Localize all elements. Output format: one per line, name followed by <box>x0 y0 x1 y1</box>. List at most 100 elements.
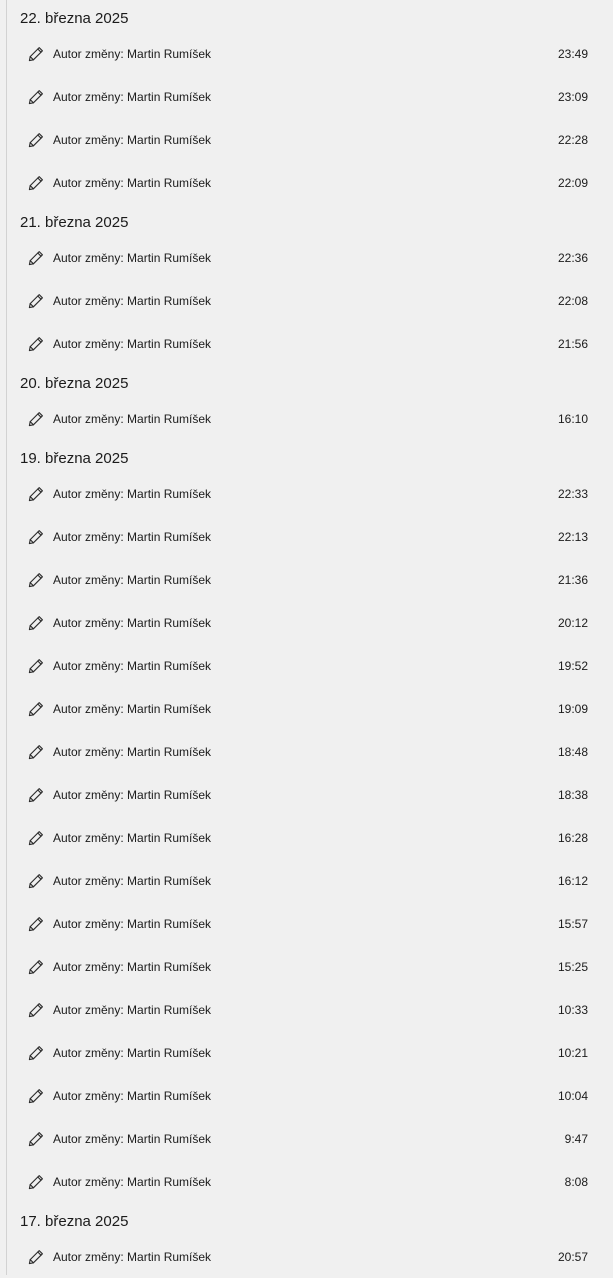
pencil-edit-icon <box>27 786 45 804</box>
version-author-label: Autor změny: Martin Rumíšek <box>53 486 212 501</box>
version-time: 19:09 <box>557 701 588 716</box>
pencil-edit-icon <box>27 410 45 428</box>
pencil-edit-icon <box>27 131 45 149</box>
version-entry[interactable]: Autor změny: Martin Rumíšek 15:25 <box>6 945 613 988</box>
version-entry[interactable]: Autor změny: Martin Rumíšek 22:13 <box>6 515 613 558</box>
version-history-list: 22. března 2025 Autor změny: Martin Rumí… <box>6 0 613 1275</box>
version-author-label: Autor změny: Martin Rumíšek <box>53 658 212 673</box>
pencil-edit-icon <box>27 528 45 546</box>
version-entry[interactable]: Autor změny: Martin Rumíšek 19:09 <box>6 687 613 730</box>
version-author-label: Autor změny: Martin Rumíšek <box>53 1045 212 1060</box>
version-time: 22:09 <box>557 175 588 190</box>
date-group-header: 19. března 2025 <box>20 450 129 467</box>
version-author-label: Autor změny: Martin Rumíšek <box>53 787 212 802</box>
version-author-label: Autor změny: Martin Rumíšek <box>53 916 212 931</box>
pencil-edit-icon <box>27 1001 45 1019</box>
pencil-edit-icon <box>27 1044 45 1062</box>
date-group: 20. března 2025 Autor změny: Martin Rumí… <box>6 365 613 440</box>
version-entry[interactable]: Autor změny: Martin Rumíšek 18:38 <box>6 773 613 816</box>
version-entry[interactable]: Autor změny: Martin Rumíšek 22:09 <box>6 161 613 204</box>
version-time: 10:04 <box>557 1088 588 1103</box>
version-author-label: Autor změny: Martin Rumíšek <box>53 1131 212 1146</box>
version-time: 15:25 <box>557 959 588 974</box>
version-entry[interactable]: Autor změny: Martin Rumíšek 19:52 <box>6 644 613 687</box>
version-author-label: Autor změny: Martin Rumíšek <box>53 873 212 888</box>
pencil-edit-icon <box>27 614 45 632</box>
version-author-label: Autor změny: Martin Rumíšek <box>53 615 212 630</box>
date-group-header: 22. března 2025 <box>20 10 129 27</box>
version-entry[interactable]: Autor změny: Martin Rumíšek 23:49 <box>6 32 613 75</box>
version-author-label: Autor změny: Martin Rumíšek <box>53 46 212 61</box>
version-time: 22:33 <box>557 486 588 501</box>
version-time: 21:36 <box>557 572 588 587</box>
pencil-edit-icon <box>27 88 45 106</box>
version-time: 18:38 <box>557 787 588 802</box>
version-time: 22:36 <box>557 250 588 265</box>
version-author-label: Autor změny: Martin Rumíšek <box>53 701 212 716</box>
date-group: 17. března 2025 Autor změny: Martin Rumí… <box>6 1203 613 1278</box>
pencil-edit-icon <box>27 657 45 675</box>
version-entry[interactable]: Autor změny: Martin Rumíšek 9:47 <box>6 1117 613 1160</box>
version-author-label: Autor změny: Martin Rumíšek <box>53 529 212 544</box>
version-author-label: Autor změny: Martin Rumíšek <box>53 336 212 351</box>
version-entry[interactable]: Autor změny: Martin Rumíšek 18:48 <box>6 730 613 773</box>
version-entry[interactable]: Autor změny: Martin Rumíšek 22:36 <box>6 236 613 279</box>
version-entry[interactable]: Autor změny: Martin Rumíšek 16:12 <box>6 859 613 902</box>
date-group-header: 17. března 2025 <box>20 1213 129 1230</box>
version-entry[interactable]: Autor změny: Martin Rumíšek 23:09 <box>6 75 613 118</box>
version-time: 18:48 <box>557 744 588 759</box>
date-group: 22. března 2025 Autor změny: Martin Rumí… <box>6 0 613 204</box>
version-entry[interactable]: Autor změny: Martin Rumíšek 16:28 <box>6 816 613 859</box>
version-author-label: Autor změny: Martin Rumíšek <box>53 830 212 845</box>
pencil-edit-icon <box>27 1173 45 1191</box>
version-entry[interactable]: Autor změny: Martin Rumíšek 21:36 <box>6 558 613 601</box>
pencil-edit-icon <box>27 335 45 353</box>
version-author-label: Autor změny: Martin Rumíšek <box>53 293 212 308</box>
version-time: 16:12 <box>557 873 588 888</box>
version-author-label: Autor změny: Martin Rumíšek <box>53 250 212 265</box>
version-entry[interactable]: Autor změny: Martin Rumíšek 22:08 <box>6 279 613 322</box>
pencil-edit-icon <box>27 292 45 310</box>
pencil-edit-icon <box>27 915 45 933</box>
version-author-label: Autor změny: Martin Rumíšek <box>53 1002 212 1017</box>
version-time: 22:13 <box>557 529 588 544</box>
pencil-edit-icon <box>27 743 45 761</box>
version-entry[interactable]: Autor změny: Martin Rumíšek 15:57 <box>6 902 613 945</box>
pencil-edit-icon <box>27 872 45 890</box>
version-author-label: Autor změny: Martin Rumíšek <box>53 1174 212 1189</box>
version-author-label: Autor změny: Martin Rumíšek <box>53 175 212 190</box>
version-time: 10:33 <box>557 1002 588 1017</box>
pencil-edit-icon <box>27 571 45 589</box>
version-entry[interactable]: Autor změny: Martin Rumíšek 10:04 <box>6 1074 613 1117</box>
pencil-edit-icon <box>27 485 45 503</box>
version-entry[interactable]: Autor změny: Martin Rumíšek 22:28 <box>6 118 613 161</box>
pencil-edit-icon <box>27 174 45 192</box>
version-time: 22:28 <box>557 132 588 147</box>
version-entry[interactable]: Autor změny: Martin Rumíšek 8:08 <box>6 1160 613 1203</box>
version-entry[interactable]: Autor změny: Martin Rumíšek 21:56 <box>6 322 613 365</box>
version-time: 15:57 <box>557 916 588 931</box>
version-author-label: Autor změny: Martin Rumíšek <box>53 959 212 974</box>
version-entry[interactable]: Autor změny: Martin Rumíšek 10:33 <box>6 988 613 1031</box>
date-group-header: 20. března 2025 <box>20 375 129 392</box>
version-entry[interactable]: Autor změny: Martin Rumíšek 16:10 <box>6 397 613 440</box>
pencil-edit-icon <box>27 1248 45 1266</box>
version-author-label: Autor změny: Martin Rumíšek <box>53 572 212 587</box>
version-entry[interactable]: Autor změny: Martin Rumíšek 10:21 <box>6 1031 613 1074</box>
version-time: 19:52 <box>557 658 588 673</box>
version-time: 22:08 <box>557 293 588 308</box>
date-group: 21. března 2025 Autor změny: Martin Rumí… <box>6 204 613 365</box>
version-time: 16:10 <box>557 411 588 426</box>
version-author-label: Autor změny: Martin Rumíšek <box>53 411 212 426</box>
date-group: 19. března 2025 Autor změny: Martin Rumí… <box>6 440 613 1203</box>
version-entry[interactable]: Autor změny: Martin Rumíšek 20:57 <box>6 1235 613 1278</box>
pencil-edit-icon <box>27 1130 45 1148</box>
version-author-label: Autor změny: Martin Rumíšek <box>53 744 212 759</box>
version-author-label: Autor změny: Martin Rumíšek <box>53 89 212 104</box>
version-time: 10:21 <box>557 1045 588 1060</box>
version-time: 20:12 <box>557 615 588 630</box>
pencil-edit-icon <box>27 249 45 267</box>
pencil-edit-icon <box>27 829 45 847</box>
version-entry[interactable]: Autor změny: Martin Rumíšek 22:33 <box>6 472 613 515</box>
version-entry[interactable]: Autor změny: Martin Rumíšek 20:12 <box>6 601 613 644</box>
